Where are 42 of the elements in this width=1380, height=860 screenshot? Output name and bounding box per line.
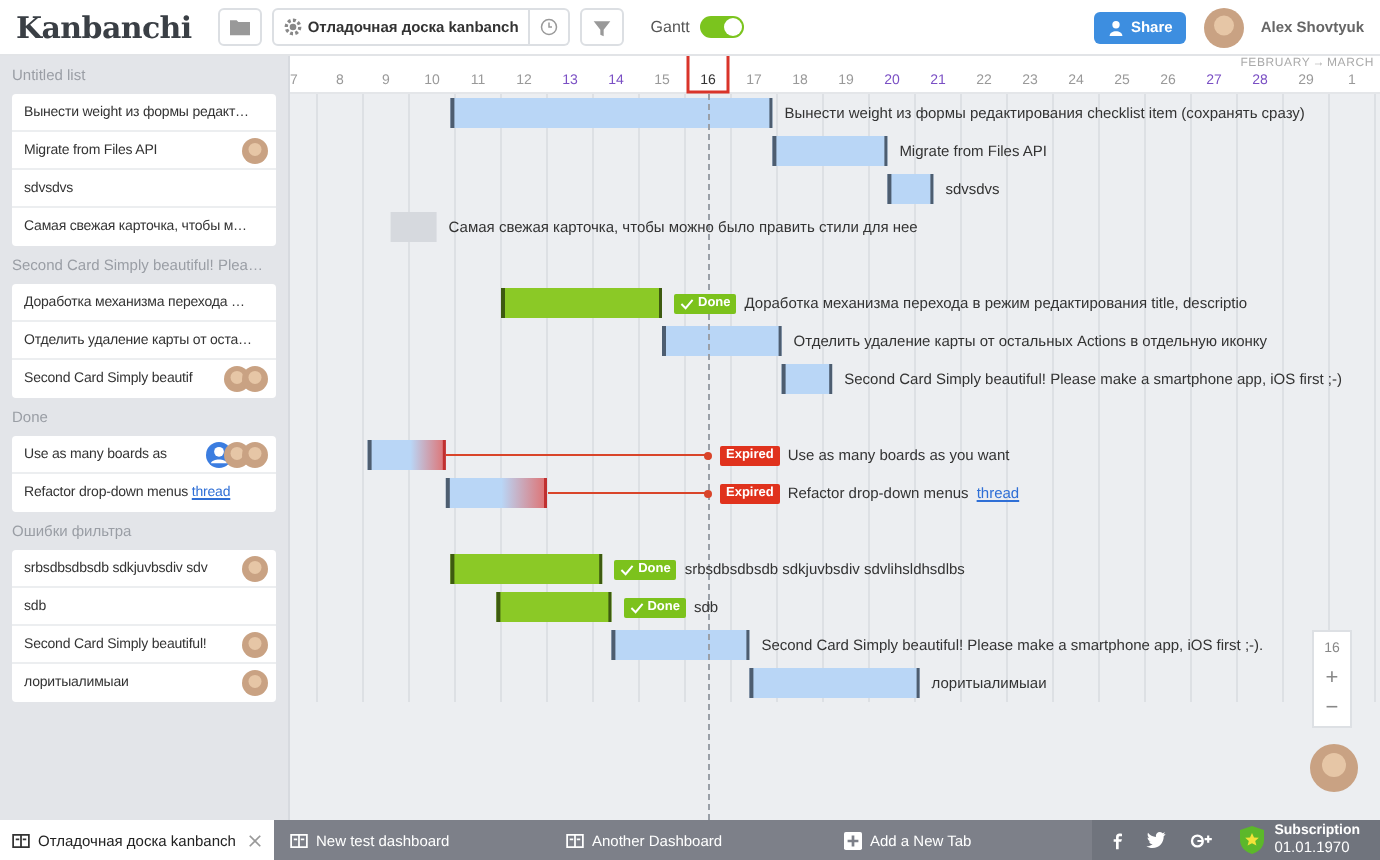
clock-icon: [540, 18, 559, 36]
board-icon: [566, 833, 584, 847]
task-bar[interactable]: [781, 364, 833, 394]
task-bar[interactable]: [496, 592, 612, 622]
folder-icon: [229, 18, 250, 36]
avatar-photo: [1204, 7, 1245, 47]
avatar-photo: [242, 137, 268, 163]
bird-icon[interactable]: [1146, 832, 1167, 848]
task-bar[interactable]: [662, 326, 782, 356]
check-icon: [680, 297, 694, 309]
google-plus-icon[interactable]: [1190, 831, 1213, 849]
check-icon: [629, 601, 644, 613]
task-bar[interactable]: [772, 136, 888, 166]
shield-star-icon: [1240, 826, 1265, 854]
avatar-photo: [242, 631, 268, 657]
task-bar[interactable]: [611, 630, 750, 660]
app-logo[interactable]: Kanbanchi: [16, 9, 192, 45]
close-icon[interactable]: [248, 833, 262, 847]
gantt-toggle[interactable]: [699, 16, 744, 38]
task-bar[interactable]: [887, 174, 934, 204]
board-icon: [12, 833, 30, 847]
avatar-photo: [242, 670, 268, 696]
avatar-photo: [1310, 744, 1358, 792]
gear-icon: [283, 18, 302, 36]
avatar-photo: [242, 441, 268, 467]
avatar-photo: [242, 555, 268, 581]
person-icon: [1108, 19, 1125, 35]
filter-icon: [592, 17, 613, 37]
task-bar[interactable]: [445, 478, 547, 508]
avatar-photo: [242, 366, 268, 392]
task-bar[interactable]: [749, 668, 920, 698]
task-bar[interactable]: [501, 288, 662, 318]
facebook-icon[interactable]: [1112, 831, 1123, 849]
gantt-label: Gantt: [650, 18, 690, 36]
check-icon: [620, 563, 635, 575]
filter-button[interactable]: [580, 8, 625, 46]
history-button[interactable]: [530, 8, 571, 46]
plus-icon: [844, 831, 862, 849]
task-bar[interactable]: [450, 554, 603, 584]
boards-button[interactable]: [217, 8, 262, 46]
board-icon: [290, 833, 308, 847]
task-bar[interactable]: [367, 440, 446, 470]
